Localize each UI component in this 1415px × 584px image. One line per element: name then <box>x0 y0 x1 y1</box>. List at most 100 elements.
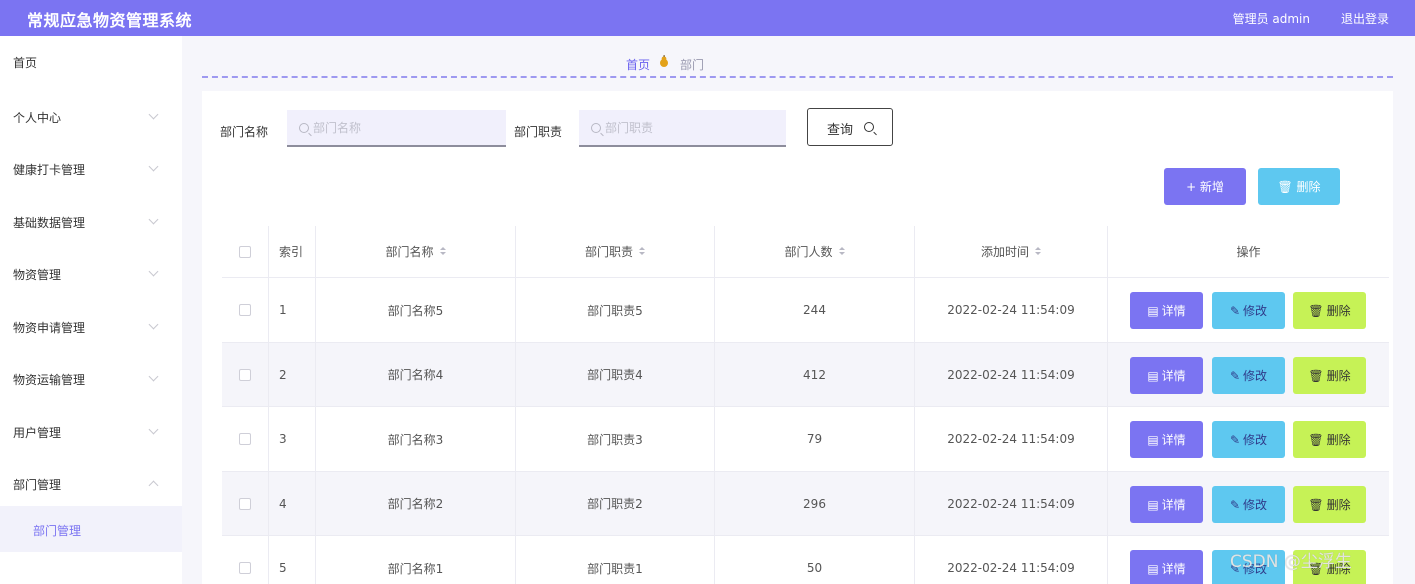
chevron-up-icon <box>148 480 159 491</box>
cell-dept-duty: 部门职责4 <box>516 343 715 406</box>
detail-label: 详情 <box>1161 562 1186 576</box>
row-checkbox-cell <box>222 343 269 406</box>
chevron-down-icon <box>148 214 159 225</box>
row-checkbox-cell <box>222 536 269 584</box>
delete-button[interactable]: 🗑 删除 <box>1293 486 1366 523</box>
cell-dept-count: 296 <box>715 472 915 535</box>
cell-dept-name: 部门名称4 <box>316 343 516 406</box>
query-button-label: 查询 <box>827 123 854 138</box>
cell-add-time: 2022-02-24 11:54:09 <box>915 472 1108 535</box>
list-panel: 部门名称 部门职责 查询 + 新增 🗑 删除 索引 部门名 <box>202 91 1393 584</box>
sidebar-item-home[interactable]: 首页 <box>0 36 182 88</box>
dept-name-label: 部门名称 <box>220 125 269 139</box>
sort-icon[interactable] <box>838 247 845 256</box>
query-button[interactable]: 查询 <box>807 108 893 146</box>
cell-dept-count: 412 <box>715 343 915 406</box>
detail-button[interactable]: ▤ 详情 <box>1130 421 1203 458</box>
search-icon <box>299 123 309 133</box>
sidebar-item-material-transport[interactable]: 物资运输管理 <box>0 353 182 405</box>
cell-index: 5 <box>269 536 316 584</box>
row-checkbox[interactable] <box>239 368 251 381</box>
delete-label: 删除 <box>1326 498 1351 512</box>
header-dept-count[interactable]: 部门人数 <box>715 226 915 277</box>
cell-index: 4 <box>269 472 316 535</box>
trash-icon: 🗑 <box>1308 304 1324 318</box>
dept-duty-input[interactable] <box>579 110 786 147</box>
table-header-row: 索引 部门名称 部门职责 部门人数 添加时间 操作 <box>222 226 1389 278</box>
detail-label: 详情 <box>1161 369 1186 383</box>
chevron-down-icon <box>148 161 159 172</box>
edit-button[interactable]: ✎ 修改 <box>1212 357 1285 394</box>
trash-icon: 🗑 <box>1308 369 1324 383</box>
cell-add-time: 2022-02-24 11:54:09 <box>915 343 1108 406</box>
detail-button[interactable]: ▤ 详情 <box>1130 357 1203 394</box>
sidebar-item-health-checkin[interactable]: 健康打卡管理 <box>0 143 182 195</box>
batch-delete-button[interactable]: 🗑 删除 <box>1258 168 1340 205</box>
add-button[interactable]: + 新增 <box>1164 168 1246 205</box>
cell-dept-count: 50 <box>715 536 915 584</box>
sidebar-item-personal-center[interactable]: 个人中心 <box>0 91 182 143</box>
header-checkbox-cell <box>222 226 269 277</box>
table-row: 2 部门名称4 部门职责4 412 2022-02-24 11:54:09 ▤ 详… <box>222 343 1389 407</box>
row-checkbox-cell <box>222 407 269 471</box>
header-add-time[interactable]: 添加时间 <box>915 226 1108 277</box>
sidebar-item-label: 部门管理 <box>13 478 62 492</box>
detail-button[interactable]: ▤ 详情 <box>1130 550 1203 584</box>
trash-icon: 🗑 <box>1277 180 1293 194</box>
detail-label: 详情 <box>1161 433 1186 447</box>
sort-icon[interactable] <box>639 247 645 256</box>
sidebar: 首页 个人中心 健康打卡管理 基础数据管理 物资管理 物资申请管理 物资运输管理… <box>0 36 182 584</box>
current-user: 管理员 admin <box>1232 12 1310 26</box>
table-row: 4 部门名称2 部门职责2 296 2022-02-24 11:54:09 ▤ 详… <box>222 472 1389 536</box>
dept-duty-label: 部门职责 <box>514 125 563 139</box>
cell-dept-duty: 部门职责2 <box>516 472 715 535</box>
top-header: 常规应急物资管理系统 管理员 admin 退出登录 <box>0 0 1415 36</box>
edit-button[interactable]: ✎ 修改 <box>1212 486 1285 523</box>
sidebar-item-base-data[interactable]: 基础数据管理 <box>0 196 182 248</box>
sidebar-item-material-apply[interactable]: 物资申请管理 <box>0 301 182 353</box>
pencil-icon: ✎ <box>1229 369 1241 383</box>
delete-button[interactable]: 🗑 删除 <box>1293 357 1366 394</box>
sort-icon[interactable] <box>439 247 446 256</box>
chevron-down-icon <box>148 371 159 382</box>
cell-dept-count: 244 <box>715 278 915 342</box>
sidebar-item-label: 基础数据管理 <box>13 216 86 230</box>
breadcrumb-current: 部门 <box>680 58 705 72</box>
row-checkbox[interactable] <box>239 433 251 445</box>
delete-button[interactable]: 🗑 删除 <box>1293 292 1366 329</box>
sort-icon[interactable] <box>1035 247 1041 256</box>
header-dept-duty[interactable]: 部门职责 <box>516 226 715 277</box>
edit-button[interactable]: ✎ 修改 <box>1212 421 1285 458</box>
select-all-checkbox[interactable] <box>239 245 251 258</box>
pencil-icon: ✎ <box>1229 498 1241 512</box>
logout-link[interactable]: 退出登录 <box>1341 10 1389 27</box>
sidebar-item-departments[interactable]: 部门管理 <box>0 458 182 510</box>
main-content: 首页 部门 部门名称 部门职责 查询 + 新增 🗑 删除 <box>182 36 1415 584</box>
document-icon: ▤ <box>1147 433 1159 447</box>
sidebar-item-users[interactable]: 用户管理 <box>0 406 182 458</box>
department-table: 索引 部门名称 部门职责 部门人数 添加时间 操作 1 部门名称5 部门职责5 … <box>222 226 1389 584</box>
detail-button[interactable]: ▤ 详情 <box>1130 486 1203 523</box>
sidebar-item-label: 物资管理 <box>13 268 62 282</box>
cell-index: 2 <box>269 343 316 406</box>
row-checkbox[interactable] <box>239 304 251 316</box>
cell-dept-name: 部门名称2 <box>316 472 516 535</box>
batch-delete-label: 删除 <box>1296 180 1321 194</box>
header-dept-name[interactable]: 部门名称 <box>316 226 516 277</box>
row-checkbox[interactable] <box>239 497 251 510</box>
breadcrumb: 首页 部门 <box>202 36 1393 78</box>
breadcrumb-home[interactable]: 首页 <box>626 56 650 73</box>
dept-name-input[interactable] <box>287 110 506 147</box>
header-actions: 操作 <box>1108 226 1389 277</box>
sidebar-item-materials[interactable]: 物资管理 <box>0 248 182 300</box>
edit-button[interactable]: ✎ 修改 <box>1212 292 1285 329</box>
cell-dept-name: 部门名称5 <box>316 278 516 342</box>
detail-button[interactable]: ▤ 详情 <box>1130 292 1203 329</box>
sidebar-subitem-department-management[interactable]: 部门管理 <box>0 506 182 552</box>
edit-label: 修改 <box>1243 498 1268 512</box>
table-row: 5 部门名称1 部门职责1 50 2022-02-24 11:54:09 ▤ 详情… <box>222 536 1389 584</box>
document-icon: ▤ <box>1147 304 1159 318</box>
column-header-index: 索引 <box>279 245 304 259</box>
row-checkbox[interactable] <box>239 562 251 574</box>
delete-button[interactable]: 🗑 删除 <box>1293 421 1366 458</box>
